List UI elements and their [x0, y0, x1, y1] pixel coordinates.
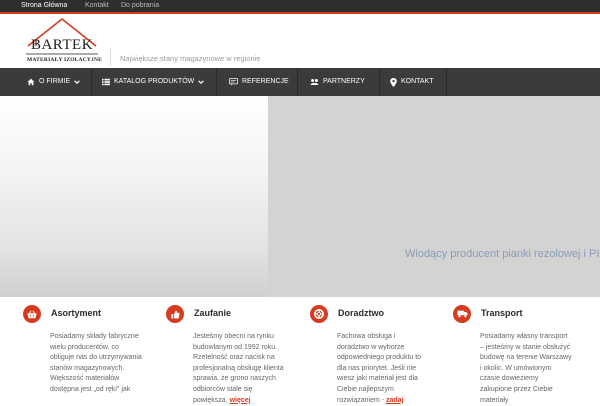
feature-title: Zaufanie	[194, 308, 232, 318]
topbar-link-contact[interactable]: Kontakt	[85, 0, 109, 12]
home-icon	[27, 78, 35, 86]
feature-title: Transport	[481, 308, 523, 318]
slide-background	[268, 96, 600, 297]
chevron-down-icon	[198, 80, 205, 85]
truck-icon	[453, 305, 471, 323]
topbar-link-downloads[interactable]: Do pobrania	[121, 0, 159, 12]
nav-item-kontakt[interactable]: KONTAKT	[390, 68, 434, 96]
site-header: BARTEK MATERIAŁY IZOLACYJNE Największe s…	[0, 14, 600, 68]
slide-image	[0, 96, 268, 297]
features-section: Asortyment Posiadamy składy fabryczne wi…	[0, 297, 600, 404]
nav-label: REFERENCJE	[242, 78, 289, 85]
feature-title: Asortyment	[51, 308, 102, 318]
topbar-link-home[interactable]: Strona Główna	[21, 0, 67, 12]
feature-text: Posiadamy własny transport – jesteśmy w …	[480, 333, 572, 404]
nav-item-referencje[interactable]: REFERENCJE	[229, 68, 289, 96]
nav-item-katalog[interactable]: KATALOG PRODUKTÓW	[102, 68, 205, 96]
nav-divider	[297, 68, 298, 96]
top-bar: Strona Główna Kontakt Do pobrania	[0, 0, 600, 12]
nav-divider	[216, 68, 217, 96]
nav-label: O FIRMIE	[39, 78, 71, 85]
nav-divider	[446, 68, 447, 96]
main-nav: O FIRMIE KATALOG PRODUKTÓW REFERENCJE PA…	[0, 68, 600, 96]
hero-slider[interactable]	[0, 96, 600, 297]
feature-more-link[interactable]: więcej	[230, 397, 251, 404]
list-icon	[102, 78, 110, 86]
comment-icon	[229, 78, 238, 86]
basket-icon	[23, 305, 41, 323]
nav-divider	[91, 68, 92, 96]
nav-label: PARTNERZY	[323, 78, 365, 85]
chevron-down-icon	[74, 80, 80, 85]
feature-text: Jesteśmy obecni na rynku budowlanym od 1…	[193, 333, 284, 404]
nav-label: KATALOG PRODUKTÓW	[114, 78, 195, 85]
logo-subtitle: MATERIAŁY IZOLACYJNE	[27, 57, 103, 63]
svg-text:BARTEK: BARTEK	[31, 37, 93, 53]
nav-divider	[379, 68, 380, 96]
nav-item-partnerzy[interactable]: PARTNERZY	[310, 68, 365, 96]
header-divider	[110, 48, 111, 66]
feature-more-link[interactable]: zadaj	[386, 397, 404, 404]
thumbs-up-icon	[166, 305, 184, 323]
feature-title: Doradztwo	[338, 308, 384, 318]
lifebuoy-icon	[310, 305, 328, 323]
location-pin-icon	[390, 77, 397, 87]
nav-label: KONTAKT	[401, 78, 434, 85]
feature-text: Fachowa obsługa i doradztwo w wyborze od…	[337, 333, 422, 404]
slide-caption: Wiodący producent pianki rezolowej i PIR	[405, 248, 600, 260]
handshake-icon	[310, 79, 319, 85]
nav-item-o-firmie[interactable]: O FIRMIE	[27, 68, 80, 96]
logo-mark-icon: BARTEK	[26, 17, 98, 55]
feature-text: Posiadamy składy fabryczne wielu produce…	[50, 333, 142, 393]
header-tagline: Największe stany magazynowe w regionie	[120, 54, 261, 63]
